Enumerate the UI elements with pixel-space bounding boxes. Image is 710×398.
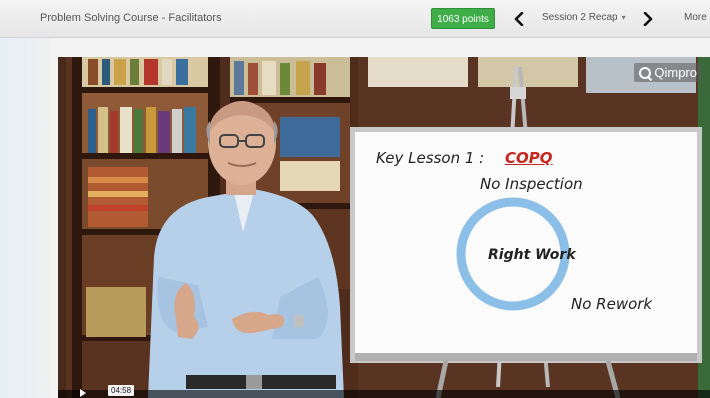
whiteboard-no-rework: No Rework [571,295,653,313]
whiteboard-key-lesson: Key Lesson 1 : [376,149,485,167]
play-icon[interactable] [80,389,86,397]
chevron-left-icon [514,12,524,26]
logo-text: Qimpro [654,65,697,80]
points-badge[interactable]: 1063 points [431,8,495,29]
qimpro-logo: Qimpro [634,63,702,82]
more-menu[interactable]: More [684,12,707,23]
video-frame [58,57,710,398]
chevron-down-icon: ▾ [621,13,626,22]
session-label: Session 2 Recap [542,12,618,23]
whiteboard-no-inspection: No Inspection [480,175,583,193]
video-timecode: 04:58 [108,385,135,396]
whiteboard-right-work: Right Work [488,247,576,263]
chevron-right-icon [643,12,653,26]
video-player[interactable]: Key Lesson 1 : COPQ No Inspection Right … [58,57,710,398]
next-button[interactable] [637,8,659,30]
session-selector[interactable]: Session 2 Recap ▾ [542,12,626,23]
magnifier-icon [639,66,652,79]
previous-button[interactable] [508,8,530,30]
top-bar: Problem Solving Course - Facilitators 10… [0,0,710,38]
course-title[interactable]: Problem Solving Course - Facilitators [40,12,222,24]
left-gutter [0,38,50,398]
whiteboard-topic: COPQ [505,149,553,167]
video-controls-bar[interactable] [58,390,710,398]
